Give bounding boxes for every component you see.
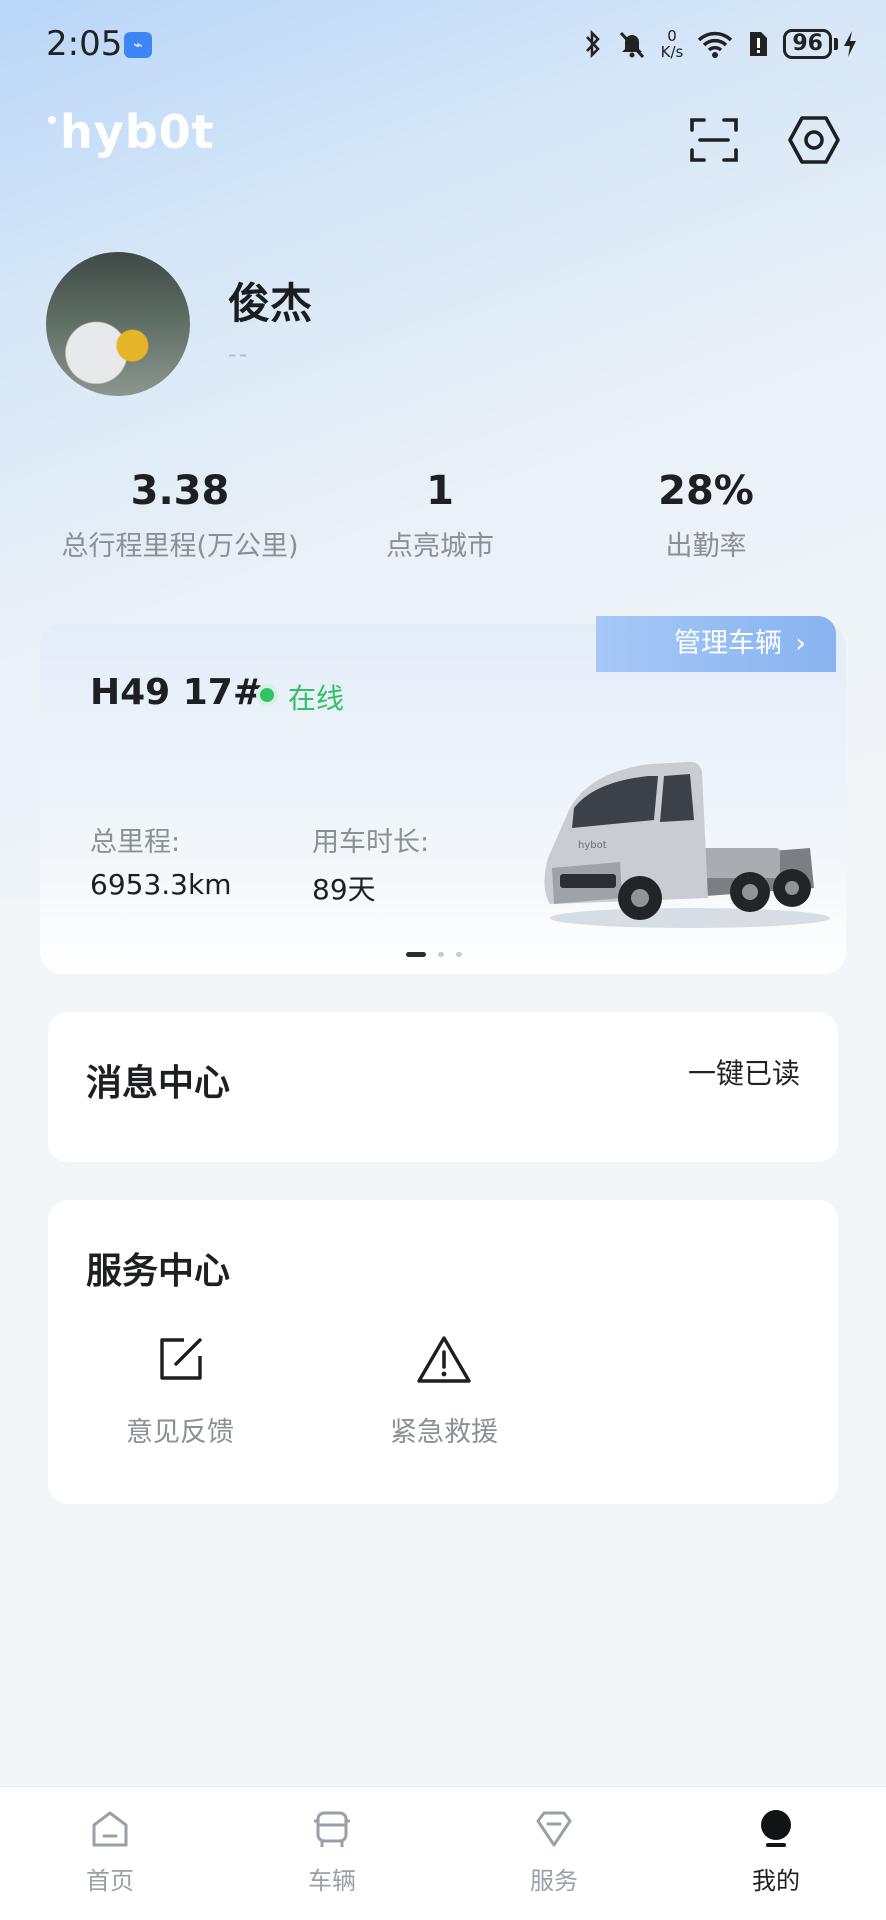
status-bar: 2:05 ⌁ 0 K/s 96 [0, 0, 886, 90]
stat-value: 3.38 [130, 468, 230, 514]
nav-vehicle[interactable]: 车辆 [272, 1807, 392, 1896]
mark-all-read-button[interactable]: 一键已读 [688, 1052, 800, 1092]
emergency-rescue-button[interactable]: 紧急救援 [354, 1334, 534, 1449]
manage-vehicles-label: 管理车辆 [674, 628, 782, 659]
user-subtitle: -- [228, 340, 250, 368]
status-icons: 0 K/s 96 [583, 24, 858, 64]
nav-label: 我的 [752, 1867, 800, 1895]
settings-icon[interactable] [786, 112, 842, 168]
vehicle-plate: H49 17# [90, 672, 264, 713]
bottom-nav: 首页 车辆 服务 我的 [0, 1786, 886, 1920]
stat-attendance: 28% 出勤率 [620, 468, 792, 563]
online-status-text: 在线 [288, 682, 345, 715]
emergency-rescue-label: 紧急救援 [390, 1417, 498, 1448]
nav-profile[interactable]: 我的 [716, 1807, 836, 1896]
nav-label: 首页 [86, 1867, 134, 1895]
stat-label: 出勤率 [665, 531, 747, 562]
avatar[interactable] [46, 252, 190, 396]
stat-total-mileage: 3.38 总行程里程(万公里) [40, 468, 320, 563]
svg-text:hybot: hybot [578, 840, 607, 851]
manage-vehicles-button[interactable]: 管理车辆 › [596, 616, 836, 672]
edit-icon [160, 1338, 202, 1380]
vehicle-icon [314, 1811, 350, 1847]
stat-label: 总行程里程(万公里) [61, 531, 299, 562]
stat-label: 点亮城市 [386, 531, 494, 562]
message-center-card[interactable]: 消息中心 一键已读 [48, 1012, 838, 1162]
hybot-logo: hyb0t [48, 105, 215, 159]
usage-duration-value: 89天 [312, 873, 376, 906]
feedback-label: 意见反馈 [126, 1417, 234, 1448]
warning-icon [417, 1336, 471, 1383]
chevron-right-icon: › [795, 628, 806, 659]
home-icon [92, 1811, 128, 1847]
total-mileage-label: 总里程: [90, 827, 181, 858]
stat-cities: 1 点亮城市 [360, 468, 520, 563]
status-time: 2:05 [46, 24, 123, 64]
nav-home[interactable]: 首页 [50, 1807, 170, 1896]
mute-bell-icon [619, 31, 644, 59]
nav-label: 车辆 [308, 1867, 356, 1895]
diamond-icon [536, 1811, 572, 1847]
nav-service[interactable]: 服务 [494, 1807, 614, 1896]
nav-label: 服务 [530, 1867, 578, 1895]
sim-alert-icon [750, 32, 768, 56]
truck-image: hybot [544, 762, 830, 928]
svg-text:hyb0t: hyb0t [60, 105, 215, 159]
wifi-icon [698, 31, 733, 58]
vehicle-card[interactable]: 管理车辆 › H49 17# 在线 总里程: 6953.3km 用车时长: 89… [40, 616, 846, 974]
feedback-button[interactable]: 意见反馈 [90, 1334, 270, 1449]
profile-icon [761, 1810, 791, 1847]
charging-icon [844, 31, 856, 57]
carousel-dot [406, 952, 426, 957]
net-speed: 0 K/s [660, 27, 684, 61]
service-center-card: 服务中心 意见反馈 紧急救援 [48, 1200, 838, 1504]
carousel-dot [456, 952, 462, 957]
online-status-dot [260, 688, 274, 702]
username: 俊杰 [228, 279, 313, 328]
scan-icon[interactable] [686, 112, 742, 168]
total-mileage-value: 6953.3km [90, 868, 232, 901]
carousel-dot [438, 952, 444, 957]
usage-duration-label: 用车时长: [312, 827, 430, 858]
carousel-indicator [406, 952, 462, 957]
battery-indicator: 96 [783, 29, 858, 59]
message-center-title: 消息中心 [86, 1063, 231, 1104]
usb-icon: ⌁ [124, 32, 152, 58]
bluetooth-icon [585, 29, 600, 59]
service-center-title: 服务中心 [86, 1251, 231, 1292]
stat-value: 1 [426, 468, 454, 514]
stat-value: 28% [658, 468, 754, 514]
